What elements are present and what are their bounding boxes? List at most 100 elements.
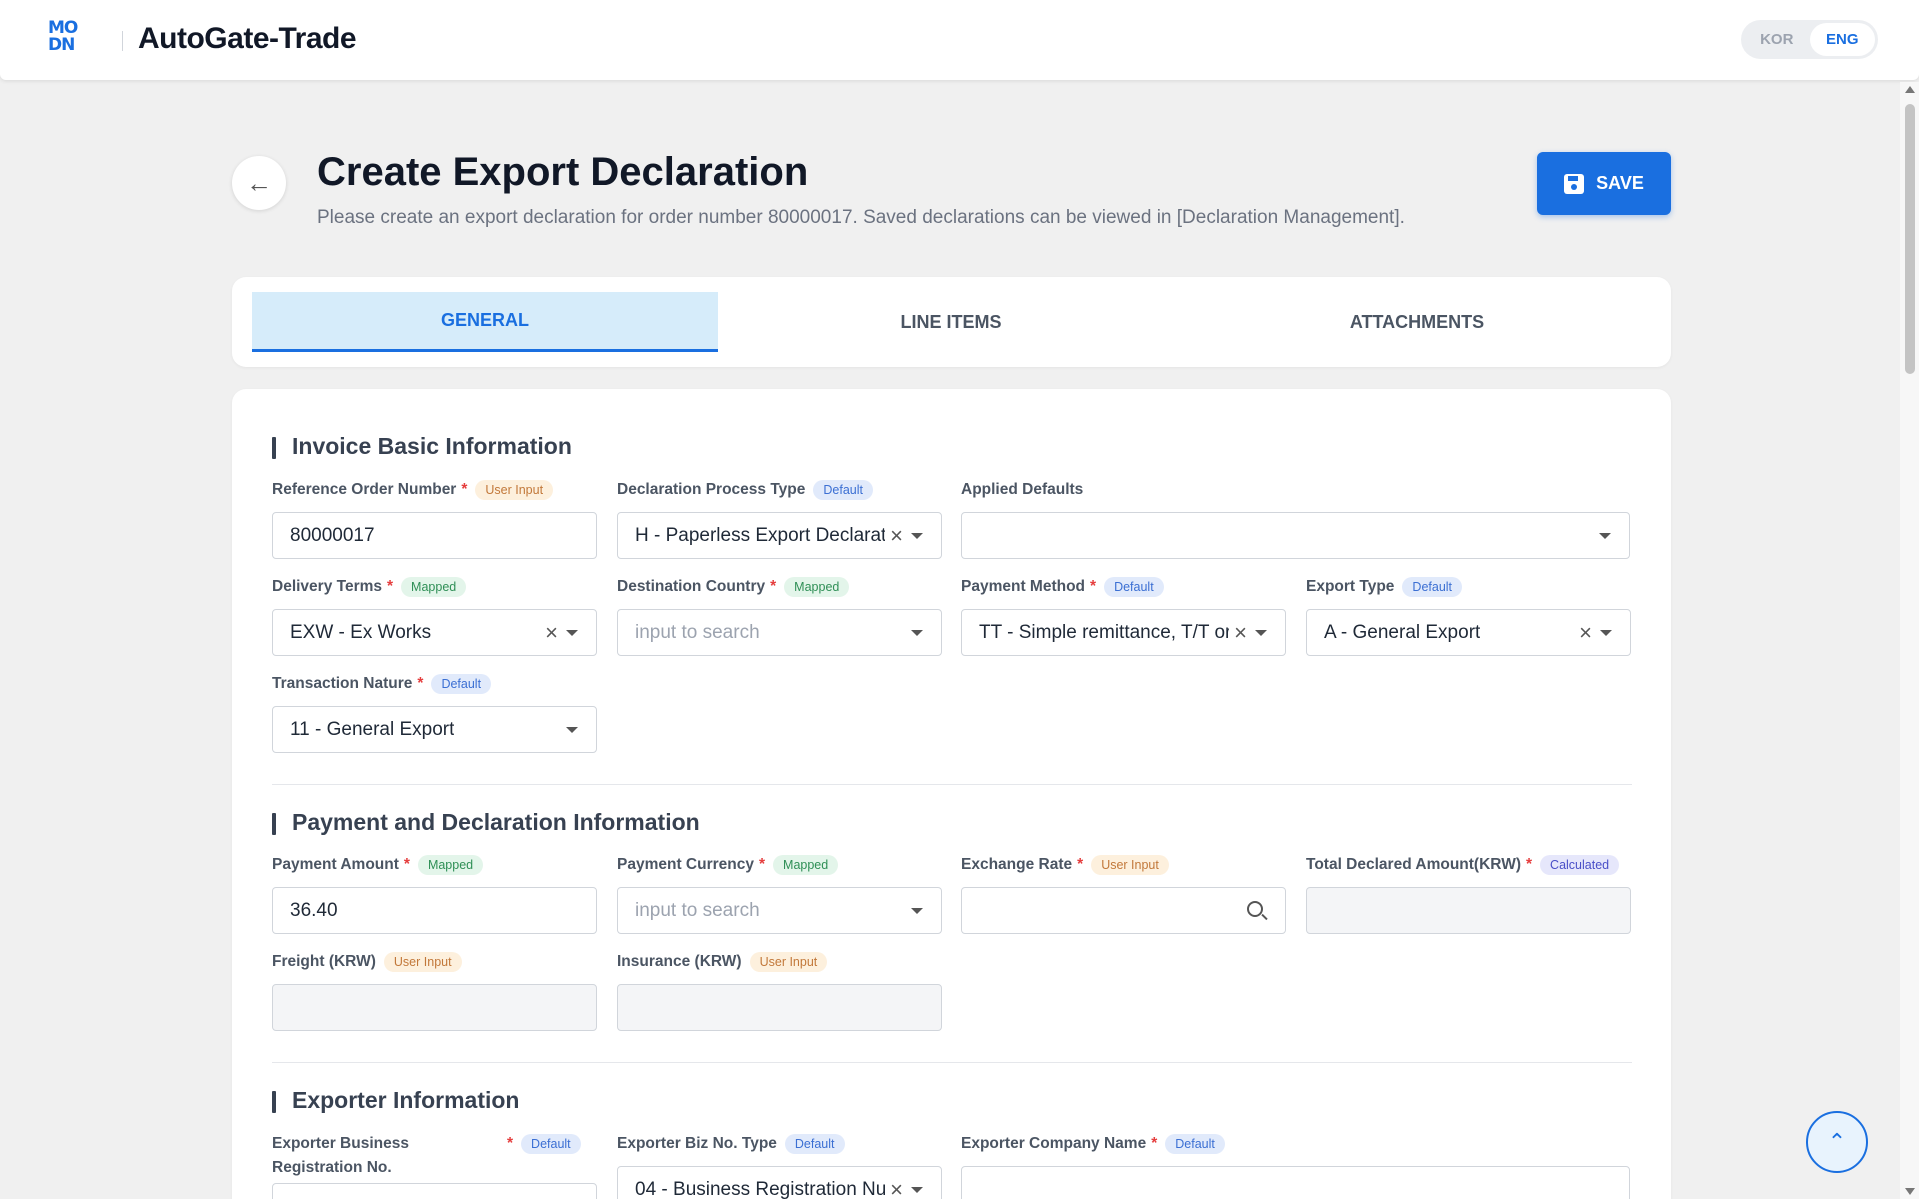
top-header: MO DN AutoGate-Trade KOR ENG [0, 0, 1919, 80]
transaction-nature-label: Transaction Nature [272, 675, 413, 692]
scroll-to-top-button[interactable]: ⌃ [1806, 1111, 1868, 1173]
page-scrollbar[interactable] [1900, 82, 1919, 1199]
badge-mapped: Mapped [401, 577, 467, 597]
payment-amount-label: Payment Amount [272, 856, 399, 873]
required-mark: * [387, 578, 394, 595]
tab-general[interactable]: GENERAL [252, 292, 718, 352]
page-description: Please create an export declaration for … [317, 207, 1405, 228]
field-insurance: Insurance (KRW) User Input [617, 950, 942, 1031]
freight-input[interactable] [272, 984, 597, 1031]
required-mark: * [417, 675, 424, 692]
clear-icon[interactable]: × [545, 622, 558, 644]
search-icon[interactable] [1247, 901, 1263, 917]
total-declared-input [1306, 887, 1631, 934]
field-exporter-brn: Exporter Business Registration No. * Defau… [272, 1132, 597, 1199]
language-toggle[interactable]: KOR ENG [1741, 20, 1878, 59]
badge-default: Default [1104, 577, 1164, 597]
page-title: Create Export Declaration [317, 150, 809, 194]
reference-order-input[interactable]: 80000017 [272, 512, 597, 559]
chevron-down-icon[interactable] [1599, 533, 1611, 539]
delivery-terms-select[interactable]: EXW - Ex Works × [272, 609, 597, 656]
field-freight: Freight (KRW) User Input [272, 950, 597, 1031]
badge-mapped: Mapped [784, 577, 850, 597]
exporter-biz-type-select[interactable]: 04 - Business Registration Nu·· × [617, 1166, 942, 1199]
required-mark: * [461, 481, 468, 498]
destination-country-select[interactable]: input to search [617, 609, 942, 656]
badge-default: Default [1402, 577, 1463, 597]
exchange-rate-input[interactable] [961, 887, 1286, 934]
transaction-nature-select[interactable]: 11 - General Export [272, 706, 597, 753]
arrow-left-icon: ← [246, 167, 272, 198]
payment-currency-select[interactable]: input to search [617, 887, 942, 934]
lang-eng-option[interactable]: ENG [1809, 23, 1875, 56]
chevron-down-icon[interactable] [911, 533, 923, 539]
field-payment-method: Payment Method * Default TT - Simple remit… [961, 575, 1286, 656]
section-title-exporter: Exporter Information [272, 1087, 519, 1114]
lang-kor-option[interactable]: KOR [1744, 23, 1810, 56]
field-destination-country: Destination Country * Mapped input to sear… [617, 575, 942, 656]
exporter-company-input[interactable] [961, 1166, 1630, 1199]
chevron-down-icon[interactable] [911, 908, 923, 914]
section-divider [272, 784, 1632, 785]
payment-method-label: Payment Method [961, 578, 1086, 595]
clear-icon[interactable]: × [1579, 622, 1592, 644]
section-title-invoice: Invoice Basic Information [272, 433, 572, 460]
payment-amount-input[interactable]: 36.40 [272, 887, 597, 934]
tab-line-items[interactable]: LINE ITEMS [718, 292, 1184, 352]
chevron-down-icon[interactable] [1600, 630, 1612, 636]
chevron-down-icon[interactable] [1255, 630, 1267, 636]
badge-mapped: Mapped [773, 855, 839, 875]
exchange-rate-label: Exchange Rate [961, 856, 1073, 873]
payment-currency-label: Payment Currency [617, 856, 754, 873]
insurance-label: Insurance (KRW) [617, 953, 742, 970]
section-divider [272, 1062, 1632, 1063]
total-declared-label: Total Declared Amount(KRW) [1306, 856, 1521, 873]
insurance-input[interactable] [617, 984, 942, 1031]
field-export-type: Export Type Default A - General Export × [1306, 575, 1631, 656]
badge-default: Default [431, 674, 492, 694]
applied-defaults-select[interactable] [961, 512, 1630, 559]
field-total-declared: Total Declared Amount(KRW) * Calculated [1306, 853, 1631, 934]
chevron-down-icon[interactable] [566, 630, 578, 636]
required-mark: * [758, 856, 766, 873]
clear-icon[interactable]: × [890, 525, 903, 547]
required-mark: * [1090, 578, 1097, 595]
required-mark: * [507, 1135, 514, 1152]
scroll-thumb[interactable] [1905, 104, 1915, 374]
required-mark: * [403, 856, 410, 873]
field-exporter-biz-type: Exporter Biz No. Type Default 04 - Busine… [617, 1132, 942, 1199]
exporter-brn-input[interactable] [272, 1183, 597, 1199]
general-form: Invoice Basic Information Reference Orde… [232, 389, 1671, 1199]
scroll-up-arrow-icon[interactable] [1905, 86, 1915, 93]
export-type-select[interactable]: A - General Export × [1306, 609, 1631, 656]
badge-mapped: Mapped [417, 855, 484, 875]
badge-user-input: User Input [475, 480, 554, 500]
tab-attachments[interactable]: ATTACHMENTS [1184, 292, 1650, 352]
badge-default: Default [813, 480, 873, 500]
declaration-process-select[interactable]: H - Paperless Export Declarati·· × [617, 512, 942, 559]
required-mark: * [1526, 856, 1533, 873]
badge-default: Default [521, 1134, 581, 1154]
field-transaction-nature: Transaction Nature * Default 11 - General … [272, 672, 597, 753]
clear-icon[interactable]: × [1234, 622, 1247, 644]
exporter-brn-label: Exporter Business Registration No. [272, 1135, 409, 1176]
chevron-down-icon[interactable] [911, 1187, 923, 1193]
field-declaration-process: Declaration Process Type Default H - Pape… [617, 478, 942, 559]
scroll-down-arrow-icon[interactable] [1905, 1188, 1915, 1195]
chevron-up-icon: ⌃ [1827, 1129, 1847, 1154]
field-exporter-company: Exporter Company Name * Default [961, 1132, 1630, 1199]
declaration-process-label: Declaration Process Type [617, 481, 806, 498]
back-button[interactable]: ← [232, 156, 286, 210]
brand-name[interactable]: AutoGate-Trade [138, 22, 357, 56]
chevron-down-icon[interactable] [566, 727, 578, 733]
save-button[interactable]: SAVE [1537, 152, 1671, 215]
chevron-down-icon[interactable] [911, 630, 923, 636]
field-payment-amount: Payment Amount * Mapped 36.40 [272, 853, 597, 934]
company-logo[interactable]: MO DN [48, 20, 86, 60]
payment-method-select[interactable]: TT - Simple remittance, T/T or·· × [961, 609, 1286, 656]
field-delivery-terms: Delivery Terms * Mapped EXW - Ex Works × [272, 575, 597, 656]
required-mark: * [1077, 856, 1084, 873]
delivery-terms-label: Delivery Terms [272, 578, 382, 595]
field-reference-order: Reference Order Number * User Input 800000… [272, 478, 597, 559]
clear-icon[interactable]: × [890, 1179, 903, 1199]
